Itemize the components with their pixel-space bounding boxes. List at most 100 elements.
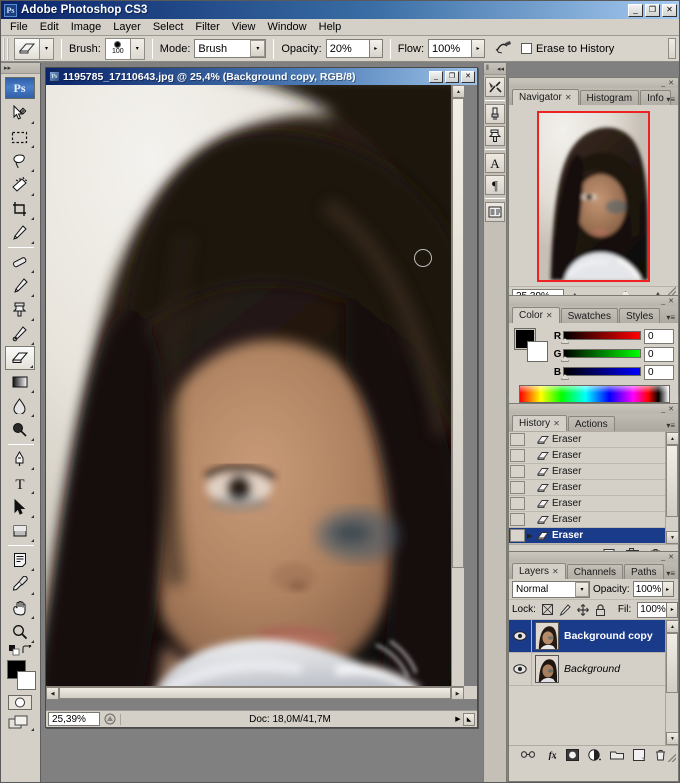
minimize-button[interactable]: _	[628, 3, 643, 17]
horizontal-scroll-thumb[interactable]	[59, 687, 451, 699]
history-snapshot-box[interactable]	[510, 513, 525, 526]
opacity-input[interactable]: 20%	[325, 39, 370, 58]
scroll-left-button[interactable]: ◀	[46, 687, 59, 700]
panel-menu-icon[interactable]: ▾≡	[666, 314, 675, 322]
current-tool-eraser-icon[interactable]	[14, 37, 40, 60]
status-resize-grip[interactable]: ◣	[463, 712, 475, 726]
shape-tool[interactable]	[5, 519, 35, 543]
tab-channels[interactable]: Channels	[566, 564, 623, 579]
history-snapshot-box[interactable]	[510, 449, 525, 462]
close-button[interactable]: ✕	[662, 3, 677, 17]
marquee-tool[interactable]	[5, 125, 35, 149]
tab-close-icon[interactable]: ✕	[553, 419, 560, 428]
brush-picker-button[interactable]: ▾	[130, 37, 145, 60]
tab-layers[interactable]: Layers ✕	[512, 563, 566, 579]
tab-histogram[interactable]: Histogram	[579, 90, 640, 105]
menu-item-filter[interactable]: Filter	[189, 19, 225, 35]
layer-fill-input[interactable]: 100%	[637, 601, 668, 618]
vertical-scroll-thumb[interactable]	[452, 98, 464, 568]
history-state-row[interactable]: Eraser	[509, 512, 678, 528]
menu-item-edit[interactable]: Edit	[34, 19, 65, 35]
document-title-bar[interactable]: Ps 1195785_17110643.jpg @ 25,4% (Backgro…	[46, 68, 477, 85]
layer-visibility-toggle[interactable]	[509, 620, 532, 652]
tab-close-icon[interactable]: ✕	[546, 311, 553, 320]
layer-mask-icon[interactable]	[565, 748, 579, 762]
notes-tool[interactable]	[5, 548, 35, 572]
quick-mask-mode-icon[interactable]	[5, 692, 35, 712]
layer-thumbnail[interactable]	[535, 655, 559, 683]
history-state-row[interactable]: Eraser	[509, 496, 678, 512]
navigator-view-box[interactable]	[537, 111, 650, 282]
history-brush-tool[interactable]	[5, 322, 35, 346]
tab-navigator[interactable]: Navigator ✕	[512, 89, 579, 105]
history-state-row[interactable]: Eraser	[509, 480, 678, 496]
character-icon[interactable]: A	[485, 153, 505, 173]
channel-value-r[interactable]: 0	[644, 328, 674, 344]
canvas-vertical-scrollbar[interactable]: ▲ ▼	[451, 85, 464, 699]
background-color-swatch[interactable]	[16, 671, 36, 690]
menu-item-file[interactable]: File	[4, 19, 34, 35]
color-spectrum-ramp[interactable]	[519, 385, 670, 403]
channel-slider-g[interactable]	[561, 348, 641, 362]
clone-source-icon[interactable]	[485, 126, 505, 146]
canvas-horizontal-scrollbar[interactable]: ◀ ▶	[46, 686, 464, 700]
menu-item-layer[interactable]: Layer	[107, 19, 147, 35]
panel-minimize-icon[interactable]: _	[661, 554, 665, 561]
type-tool[interactable]: T	[5, 471, 35, 495]
scroll-down-button[interactable]: ▼	[666, 531, 679, 544]
new-group-icon[interactable]	[609, 748, 624, 762]
lock-position-icon[interactable]	[577, 603, 589, 616]
zoom-tool[interactable]	[5, 620, 35, 644]
layer-fill-slider-button[interactable]: ▸	[667, 601, 679, 618]
link-layers-icon[interactable]	[521, 748, 536, 762]
tab-paths[interactable]: Paths	[623, 564, 664, 579]
panel-minimize-icon[interactable]: _	[661, 298, 665, 305]
eraser-tool[interactable]	[4, 346, 35, 370]
history-state-row[interactable]: Eraser	[509, 448, 678, 464]
status-menu-arrow-icon[interactable]: ▶	[453, 715, 463, 723]
document-close-button[interactable]: ✕	[461, 70, 475, 83]
dock-collapse-header[interactable]: ‖ ◂◂	[484, 63, 506, 75]
move-tool[interactable]	[5, 101, 35, 125]
history-snapshot-box[interactable]	[510, 433, 525, 446]
history-scroll-thumb[interactable]	[666, 445, 678, 517]
channel-slider-b[interactable]	[561, 366, 641, 380]
menu-item-window[interactable]: Window	[262, 19, 313, 35]
brushes-icon[interactable]	[485, 104, 505, 124]
magic-wand-tool[interactable]	[5, 173, 35, 197]
menu-item-image[interactable]: Image	[65, 19, 108, 35]
eyedropper-tool[interactable]	[5, 572, 35, 596]
opacity-slider-button[interactable]: ▸	[369, 39, 383, 58]
navigator-resize-grip[interactable]	[668, 287, 676, 295]
history-snapshot-box[interactable]	[510, 529, 525, 542]
layers-scrollbar[interactable]: ▲ ▼	[665, 620, 679, 745]
erase-to-history-checkbox[interactable]	[521, 43, 533, 54]
document-minimize-button[interactable]: _	[429, 70, 443, 83]
layer-thumbnail[interactable]	[535, 622, 559, 650]
layer-comps-icon[interactable]	[485, 202, 505, 222]
tab-swatches[interactable]: Swatches	[560, 308, 618, 323]
layer-style-icon[interactable]: fx	[543, 748, 557, 762]
flow-input[interactable]: 100%	[428, 39, 473, 58]
menu-item-select[interactable]: Select	[147, 19, 190, 35]
pen-tool[interactable]	[5, 447, 35, 471]
tab-color[interactable]: Color ✕	[512, 307, 560, 323]
blend-mode-select[interactable]: Normal ▾	[512, 580, 590, 598]
tab-history[interactable]: History ✕	[512, 415, 567, 431]
image-canvas[interactable]: ▲ ▼	[46, 85, 464, 699]
history-state-row[interactable]: Eraser	[509, 432, 678, 448]
layer-row-background-copy[interactable]: Background copy	[509, 620, 678, 653]
history-scrollbar[interactable]: ▲ ▼	[665, 432, 679, 544]
panel-minimize-icon[interactable]: _	[661, 80, 665, 87]
panel-menu-icon[interactable]: ▾≡	[666, 422, 675, 430]
history-snapshot-box[interactable]	[510, 465, 525, 478]
blur-tool[interactable]	[5, 394, 35, 418]
layer-opacity-slider-button[interactable]: ▸	[662, 581, 674, 597]
tool-preset-picker-button[interactable]: ▾	[40, 37, 54, 60]
toolbox-collapse-header[interactable]: ▸▸	[1, 63, 40, 74]
layers-scroll-thumb[interactable]	[666, 633, 678, 693]
document-zoom-input[interactable]: 25,39%	[48, 712, 100, 726]
status-preview-icon[interactable]	[102, 712, 118, 726]
scroll-down-button[interactable]: ▼	[666, 732, 679, 745]
color-panel-swatches[interactable]	[514, 328, 548, 362]
